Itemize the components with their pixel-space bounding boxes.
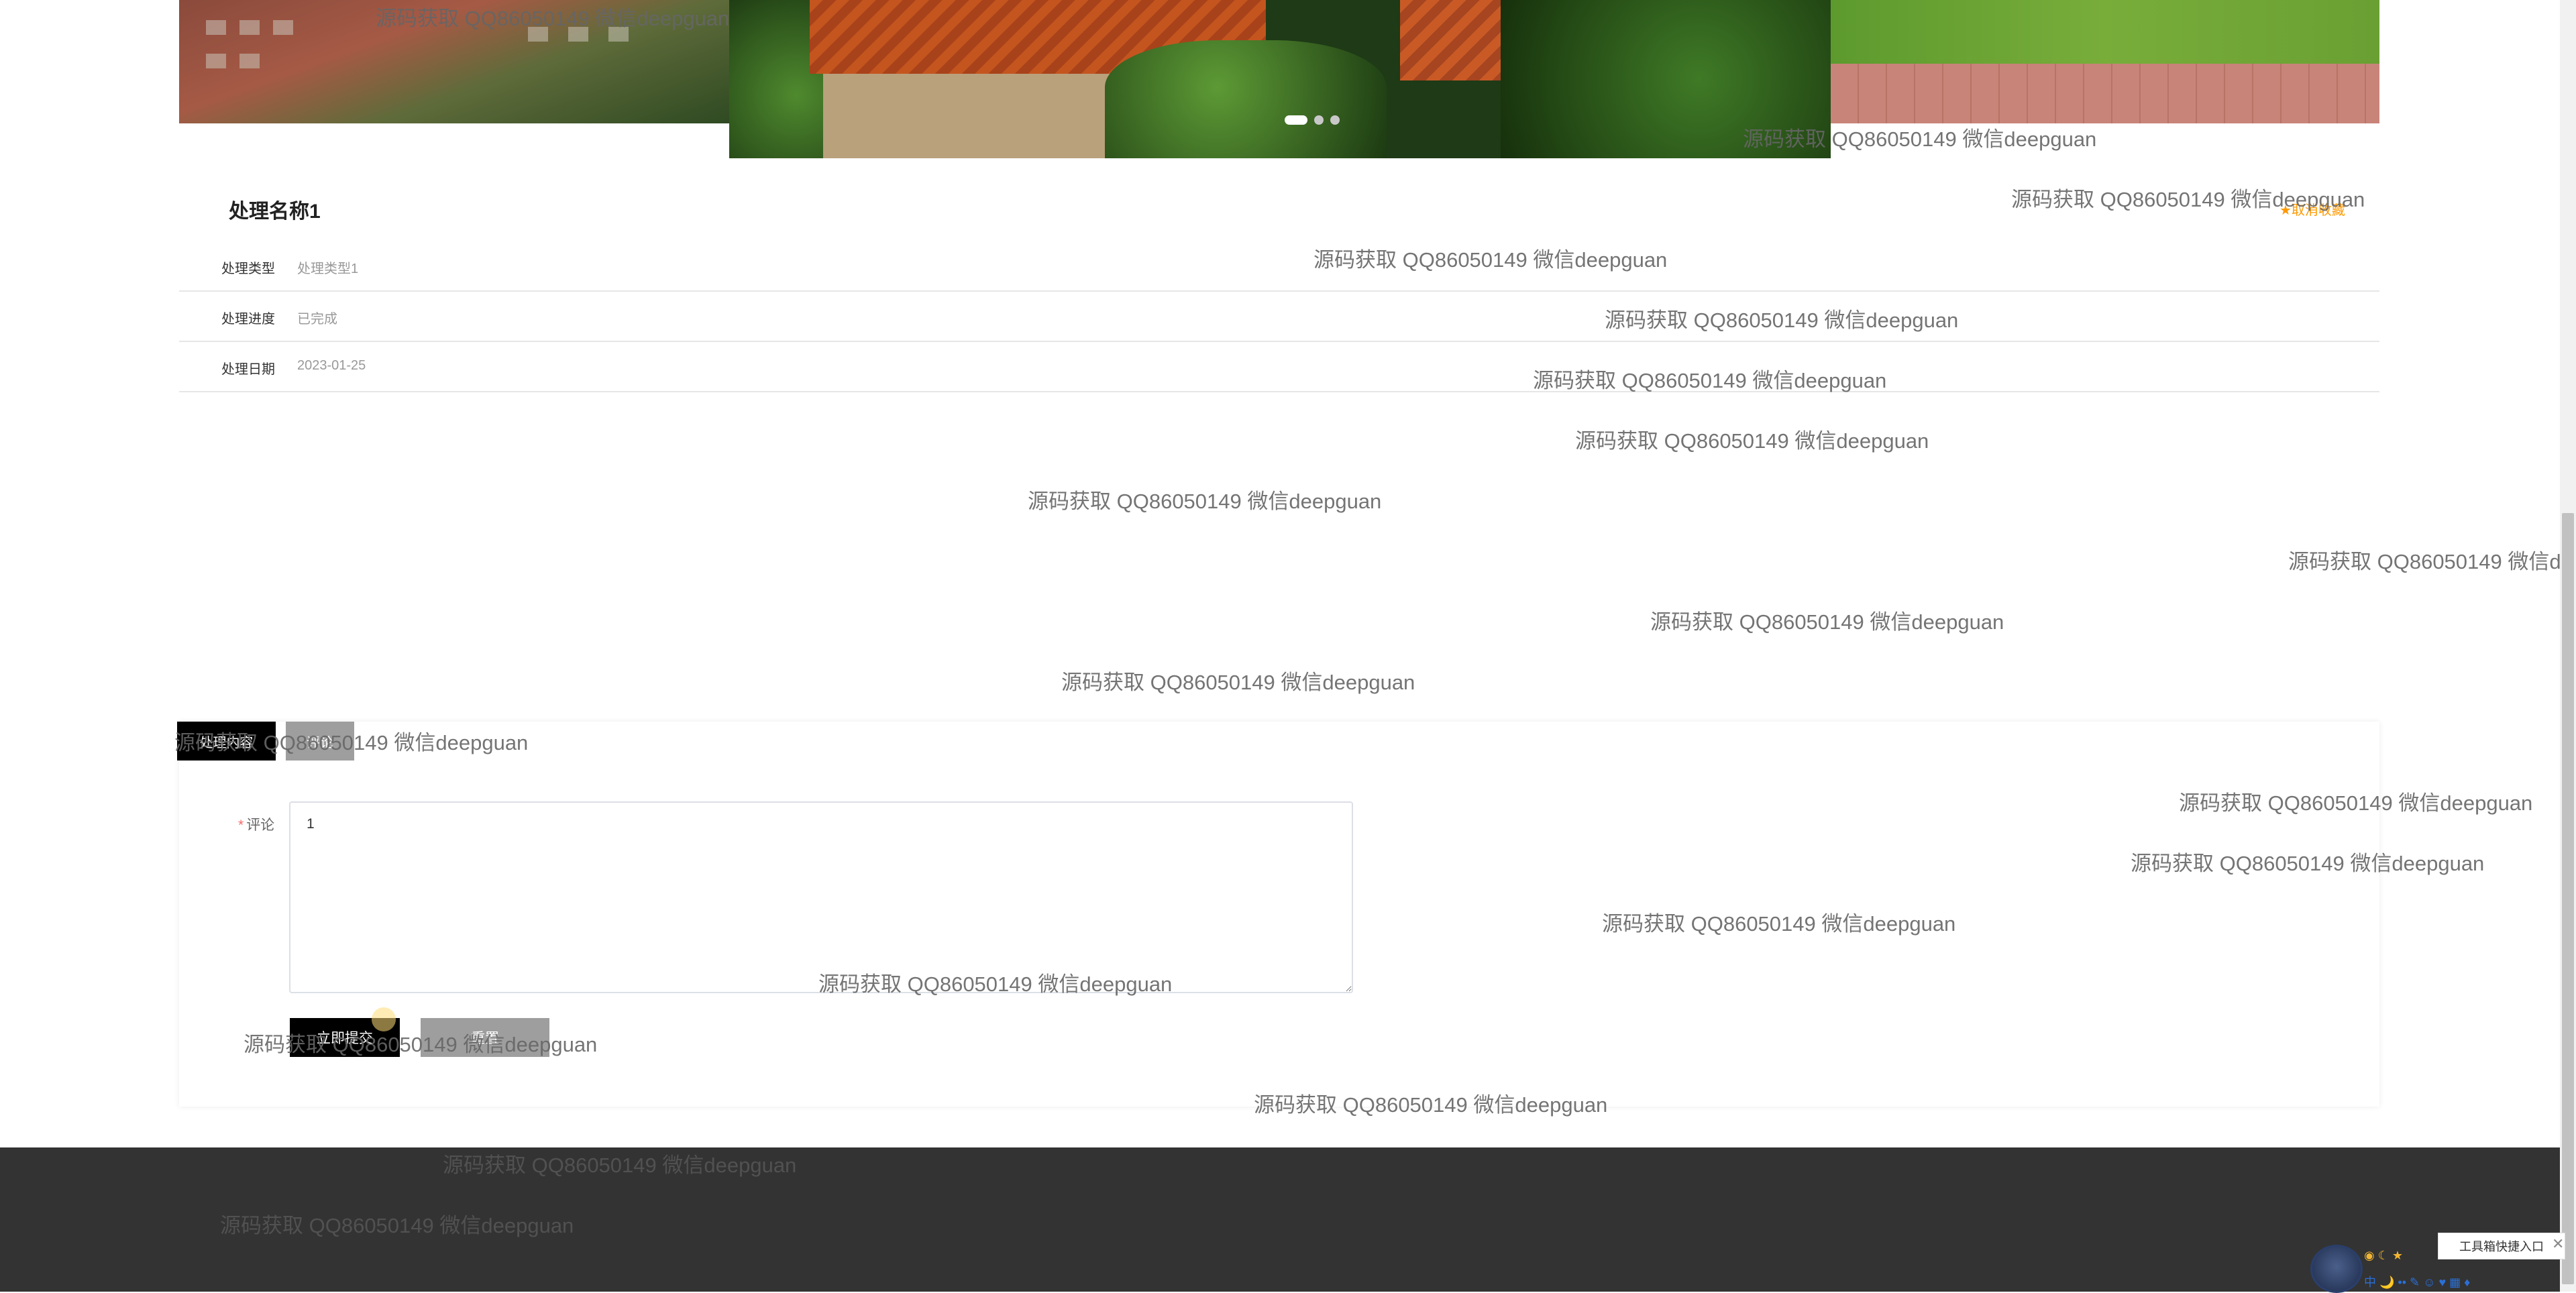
close-icon[interactable]: ✕ [2552,1235,2564,1253]
comment-label: * 评论 [238,814,274,834]
detail-row-progress: 处理进度 已完成 [179,290,2379,342]
watermark: 源码获取 QQ86050149 微信deepguan [2288,550,2560,573]
detail-row-value: 处理类型1 [297,262,359,276]
watermark: 源码获取 QQ86050149 微信deepguan [1650,610,2004,634]
scrollbar-thumb[interactable] [2562,513,2574,1284]
watermark: 源码获取 QQ86050149 微信deepguan [1575,429,1929,453]
carousel-slide-right [1831,0,2379,123]
detail-row-key: 处理类型 [221,262,275,276]
detail-row-key: 处理日期 [221,362,275,377]
mouse-cursor-highlight [372,1007,396,1031]
assistant-avatar[interactable] [2310,1245,2363,1293]
watermark: 源码获取 QQ86050149 微信deepguan [1061,671,1415,694]
tab-comment[interactable]: 评论 [286,722,354,761]
detail-row-key: 处理进度 [221,312,275,327]
toolbox-shortcut[interactable]: 工具箱快捷入口 [2438,1233,2565,1259]
detail-row-type: 处理类型 处理类型1 [179,240,2379,292]
comment-label-text: 评论 [246,818,275,833]
carousel-indicators [1285,115,1340,125]
watermark: 源码获取 QQ86050149 微信deepguan [1028,490,1382,513]
tab-content[interactable]: 处理内容 [177,722,276,761]
weather-icon: ◉ ☾ ★ [2364,1249,2403,1262]
carousel-dot-2[interactable] [1314,115,1324,125]
detail-row-value: 已完成 [297,312,337,327]
favorite-toggle[interactable]: ★取消收藏 [2279,199,2345,219]
detail-row-date: 处理日期 2023-01-25 [179,341,2379,392]
detail-row-value: 2023-01-25 [297,358,366,373]
carousel-slide-left [179,0,729,123]
detail-title: 处理名称1 [229,201,321,223]
required-mark: * [238,818,244,833]
carousel-slide-main[interactable] [729,0,1831,158]
page-footer [0,1147,2560,1292]
carousel-dot-3[interactable] [1330,115,1340,125]
comment-textarea[interactable]: 1 [289,801,1353,993]
carousel-dot-1[interactable] [1285,115,1307,125]
reset-button[interactable]: 重置 [421,1018,549,1057]
toolbar-icons[interactable]: 中 🌙 •• ✎ ☺ ♥ ▦ ♦ [2364,1272,2533,1292]
